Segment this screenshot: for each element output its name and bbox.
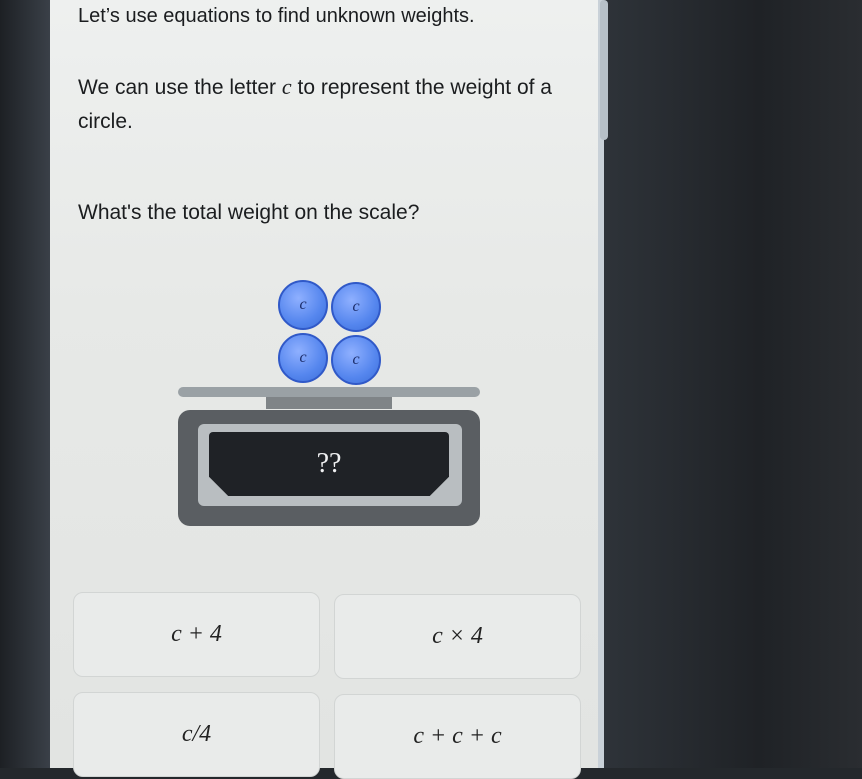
answer-option-c-plus-4[interactable]: c + 4 [73,592,320,677]
scale-plate [178,387,480,397]
background-right [604,0,862,768]
answer-option-c-plus-c-plus-c[interactable]: c + c + c [334,694,581,779]
circle-weight: c [331,335,381,385]
intro-text: We can use the letter c to represent the… [78,70,593,139]
question-text: What's the total weight on the scale? [78,201,420,224]
circle-weight: c [278,280,328,330]
scale-stem [266,397,392,409]
answer-option-c-times-4[interactable]: c × 4 [334,594,581,679]
lesson-title: Let’s use equations to find unknown weig… [78,5,475,27]
variable-c: c [281,74,292,99]
circle-weight: c [331,282,381,332]
scrollbar[interactable] [600,0,608,140]
intro-text-part1: We can use the letter [78,76,282,99]
scale-display: ?? [209,432,449,496]
circle-weight: c [278,333,328,383]
background-left [0,0,50,768]
answer-option-c-over-4[interactable]: c/4 [73,692,320,777]
